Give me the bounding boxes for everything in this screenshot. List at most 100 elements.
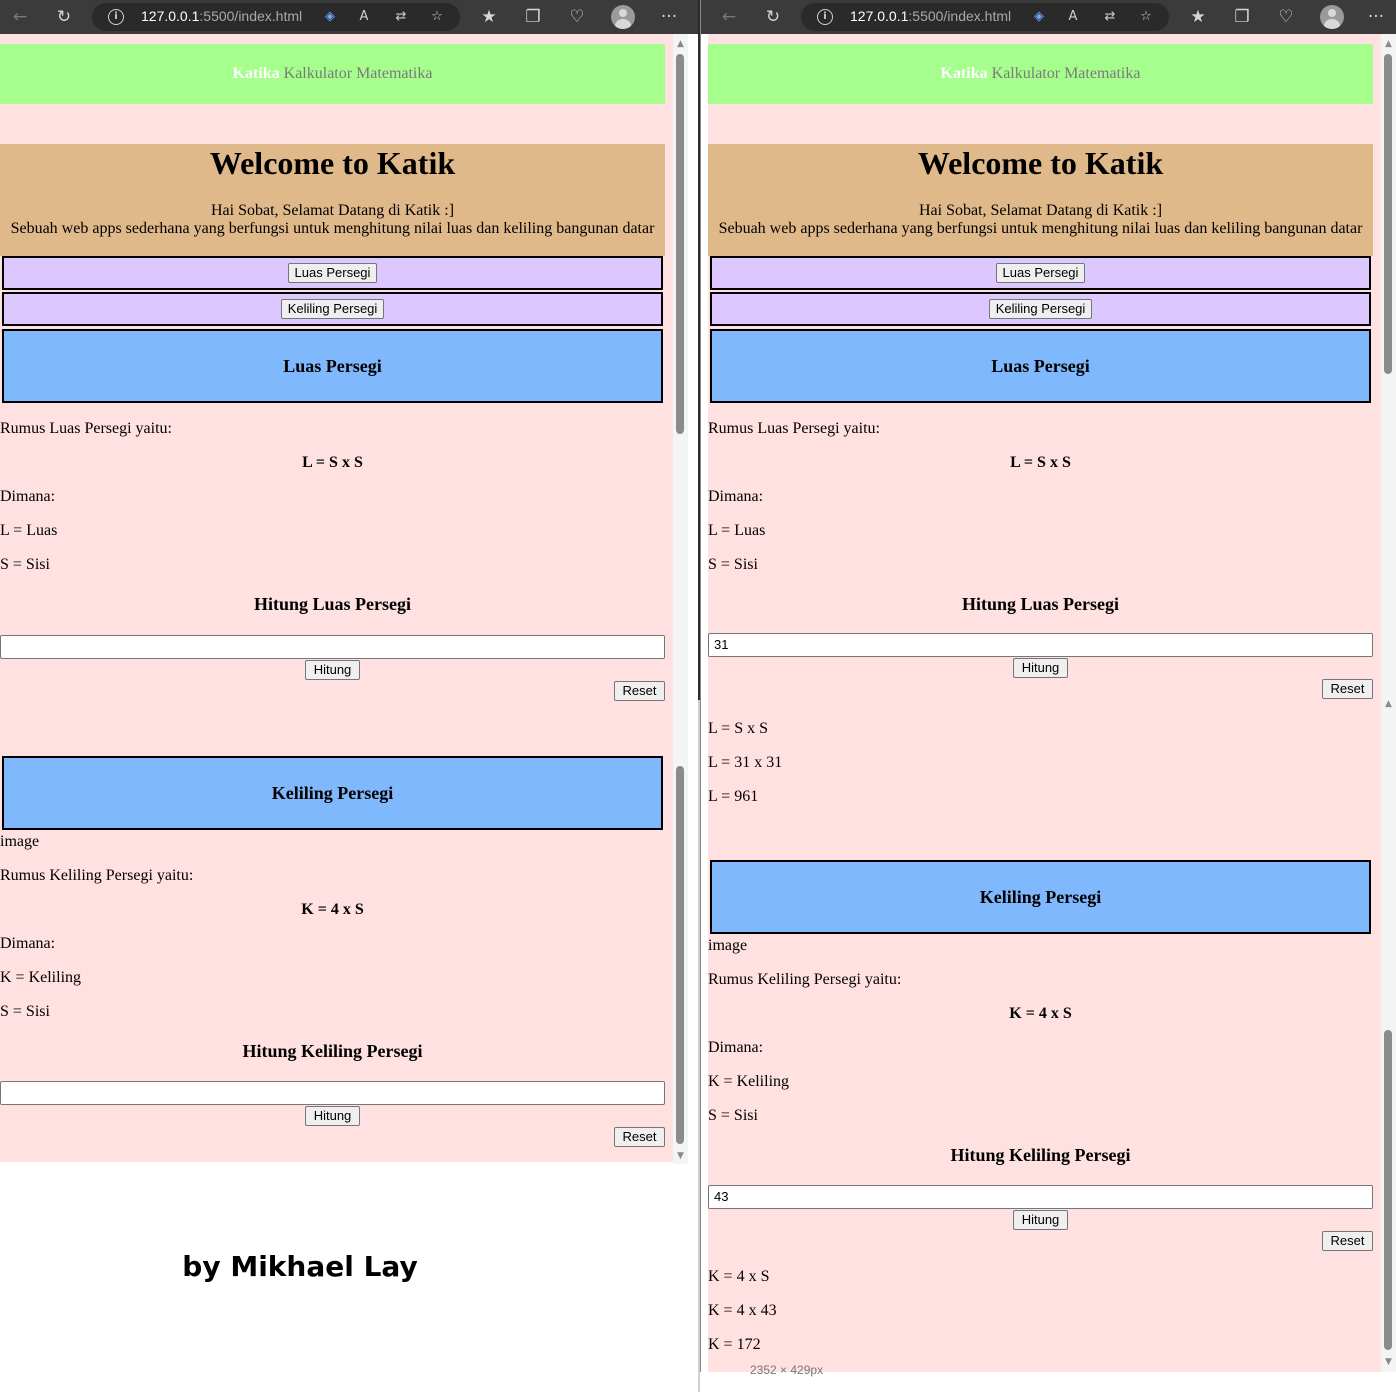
keliling-var-s: S = Sisi [0,1003,50,1020]
favorites-icon[interactable]: ★ [475,3,503,31]
hero-greeting: Hai Sobat, Selamat Datang di Katik :] [918,202,1163,219]
tab-luas-container: Luas Persegi [710,256,1371,290]
scroll-up-icon[interactable]: ▲ [1383,40,1394,49]
keliling-image-alt: image [0,833,40,850]
collections-icon[interactable]: ❐ [519,3,547,31]
luas-rumus: L = S x S [1010,454,1071,471]
keliling-hitung-button[interactable]: Hitung [1013,1210,1068,1230]
scrollbar[interactable]: ▲ ▼ [673,34,688,1164]
more-icon[interactable]: ··· [1362,3,1390,31]
keliling-calc-title: Hitung Keliling Persegi [242,1041,423,1061]
browser-essentials-icon[interactable]: ♡ [563,3,591,31]
scrollbar-thumb-lower[interactable] [676,766,684,1144]
navbar: Katika Kalkulator Matematika [0,44,665,104]
luas-rumus-label: Rumus Luas Persegi yaitu: [0,420,172,437]
keliling-rumus: K = 4 x S [1009,1005,1072,1022]
keliling-result-line: K = 172 [708,1336,761,1353]
luas-dimana: Dimana: [708,488,764,505]
collections-icon[interactable]: ❐ [1228,3,1256,31]
add-favorite-icon[interactable]: ☆ [427,7,447,27]
favorites-icon[interactable]: ★ [1184,3,1212,31]
hero-description: Sebuah web apps sederhana yang berfungsi… [10,220,655,237]
luas-reset-button[interactable]: Reset [614,681,665,701]
luas-calc-title: Hitung Luas Persegi [253,594,411,614]
brand-name[interactable]: Katika [941,65,988,82]
keliling-hitung-button[interactable]: Hitung [305,1106,360,1126]
luas-reset-button[interactable]: Reset [1322,679,1373,699]
luas-var-s: S = Sisi [0,556,50,573]
back-icon[interactable]: ← [715,3,743,31]
luas-rumus: L = S x S [302,454,363,471]
info-icon[interactable]: i [817,9,833,25]
tab-keliling-button[interactable]: Keliling Persegi [988,299,1093,319]
scrollbar[interactable]: ▲ ▲ ▼ [1381,34,1396,1372]
keliling-var-k: K = Keliling [708,1073,790,1090]
keliling-section-heading: Keliling Persegi [2,756,663,830]
tag-icon[interactable]: ◈ [1029,7,1049,27]
browser-essentials-icon[interactable]: ♡ [1272,3,1300,31]
luas-input[interactable]: 31 [708,633,1373,657]
browser-window-left: ← ↻ i 127.0.0.1:5500/index.html ◈ A ⇄ ☆ … [0,0,698,1392]
keliling-dimana: Dimana: [0,935,56,952]
brand-name[interactable]: Katika [233,65,280,82]
address-bar[interactable]: i 127.0.0.1:5500/index.html ◈ A ⇄ ☆ [92,3,460,31]
tab-keliling-container: Keliling Persegi [2,292,663,326]
url-text[interactable]: 127.0.0.1:5500/index.html [141,8,302,24]
tab-luas-button[interactable]: Luas Persegi [287,263,378,283]
read-aloud-icon[interactable]: A [354,7,374,27]
scroll-down-icon[interactable]: ▼ [1383,1358,1394,1367]
luas-hitung-button[interactable]: Hitung [305,660,360,680]
scrollbar-thumb-lower[interactable] [1384,1030,1392,1350]
refresh-icon[interactable]: ↻ [759,3,787,31]
luas-var-l: L = Luas [708,522,766,539]
keliling-dimana: Dimana: [708,1039,764,1056]
keliling-section-heading: Keliling Persegi [710,860,1371,934]
scroll-up-icon[interactable]: ▲ [675,40,686,49]
read-aloud-icon[interactable]: A [1063,7,1083,27]
scrollbar-thumb[interactable] [676,54,684,434]
info-icon[interactable]: i [108,9,124,25]
luas-result-line: L = 961 [708,788,759,805]
page-viewport: Katika Kalkulator Matematika Welcome to … [708,34,1396,1372]
luas-hitung-button[interactable]: Hitung [1013,658,1068,678]
scroll-up-icon[interactable]: ▲ [1383,700,1394,709]
page-title: Welcome to Katik [917,145,1164,181]
luas-section-heading: Luas Persegi [2,329,663,403]
keliling-input[interactable]: 43 [708,1185,1373,1209]
keliling-calc-title: Hitung Keliling Persegi [950,1145,1131,1165]
scroll-down-icon[interactable]: ▼ [675,1152,686,1161]
translate-icon[interactable]: ⇄ [391,7,411,27]
tag-icon[interactable]: ◈ [320,7,340,27]
hero-description: Sebuah web apps sederhana yang berfungsi… [718,220,1363,237]
add-favorite-icon[interactable]: ☆ [1136,7,1156,27]
url-text[interactable]: 127.0.0.1:5500/index.html [850,8,1011,24]
scrollbar-thumb[interactable] [1384,54,1392,374]
luas-section-heading: Luas Persegi [710,329,1371,403]
translate-icon[interactable]: ⇄ [1100,7,1120,27]
keliling-reset-button[interactable]: Reset [614,1127,665,1147]
luas-dimana: Dimana: [0,488,56,505]
address-bar[interactable]: i 127.0.0.1:5500/index.html ◈ A ⇄ ☆ [801,3,1169,31]
profile-icon[interactable] [611,5,635,29]
refresh-icon[interactable]: ↻ [50,3,78,31]
back-icon[interactable]: ← [6,3,34,31]
luas-input[interactable] [0,635,665,659]
browser-toolbar: ← ↻ i 127.0.0.1:5500/index.html ◈ A ⇄ ☆ … [0,0,698,34]
keliling-image-alt: image [708,937,748,954]
luas-rumus-label: Rumus Luas Persegi yaitu: [708,420,880,437]
tab-luas-button[interactable]: Luas Persegi [995,263,1086,283]
hero-section: Welcome to Katik Hai Sobat, Selamat Data… [0,144,665,256]
keliling-result-line: K = 4 x S [708,1268,770,1285]
tab-keliling-container: Keliling Persegi [710,292,1371,326]
profile-icon[interactable] [1320,5,1344,29]
status-hint: 2352 × 429px [750,1363,824,1377]
keliling-rumus-label: Rumus Keliling Persegi yaitu: [708,971,902,988]
tab-keliling-button[interactable]: Keliling Persegi [280,299,385,319]
page-body: Katika Kalkulator Matematika Welcome to … [0,34,673,1162]
keliling-reset-button[interactable]: Reset [1322,1231,1373,1251]
page-body: Katika Kalkulator Matematika Welcome to … [708,34,1381,1372]
more-icon[interactable]: ··· [655,3,683,31]
brand-subtitle: Kalkulator Matematika [991,65,1141,82]
keliling-var-s: S = Sisi [708,1107,758,1124]
keliling-input[interactable] [0,1081,665,1105]
